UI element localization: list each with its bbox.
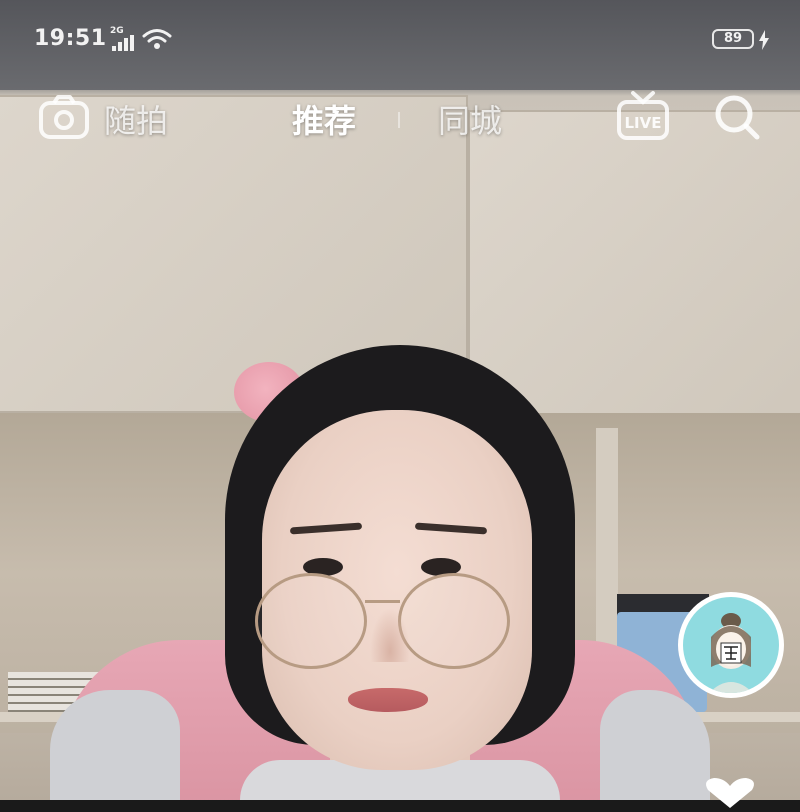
- signal-icon: [112, 35, 136, 51]
- status-bar: 19:51 2G 89: [0, 0, 800, 80]
- search-icon[interactable]: [712, 92, 762, 146]
- status-time: 19:51: [34, 26, 107, 51]
- wifi-icon: [142, 28, 172, 54]
- glasses-lens-right: [398, 573, 510, 669]
- charging-icon: [758, 30, 770, 54]
- camera-icon[interactable]: [38, 94, 90, 144]
- like-heart-icon[interactable]: [690, 778, 770, 812]
- tab-separator: [398, 112, 400, 128]
- quick-shoot-button[interactable]: 随拍: [104, 96, 168, 142]
- creator-avatar[interactable]: [678, 592, 784, 698]
- person-lips: [348, 688, 428, 712]
- tab-nearby[interactable]: 同城: [438, 96, 502, 142]
- battery-icon: 89: [712, 29, 754, 49]
- top-nav: 随拍 推荐 同城 LIVE: [0, 86, 800, 156]
- tab-recommended[interactable]: 推荐: [292, 96, 356, 142]
- person-nose: [370, 608, 410, 662]
- avatar-image: [683, 597, 779, 693]
- svg-text:LIVE: LIVE: [625, 114, 662, 132]
- glasses-lens-left: [255, 573, 367, 669]
- glasses-bridge: [365, 600, 400, 603]
- chair-side-left: [50, 690, 180, 800]
- cabinet-right: [468, 110, 800, 428]
- live-icon[interactable]: LIVE: [616, 90, 670, 146]
